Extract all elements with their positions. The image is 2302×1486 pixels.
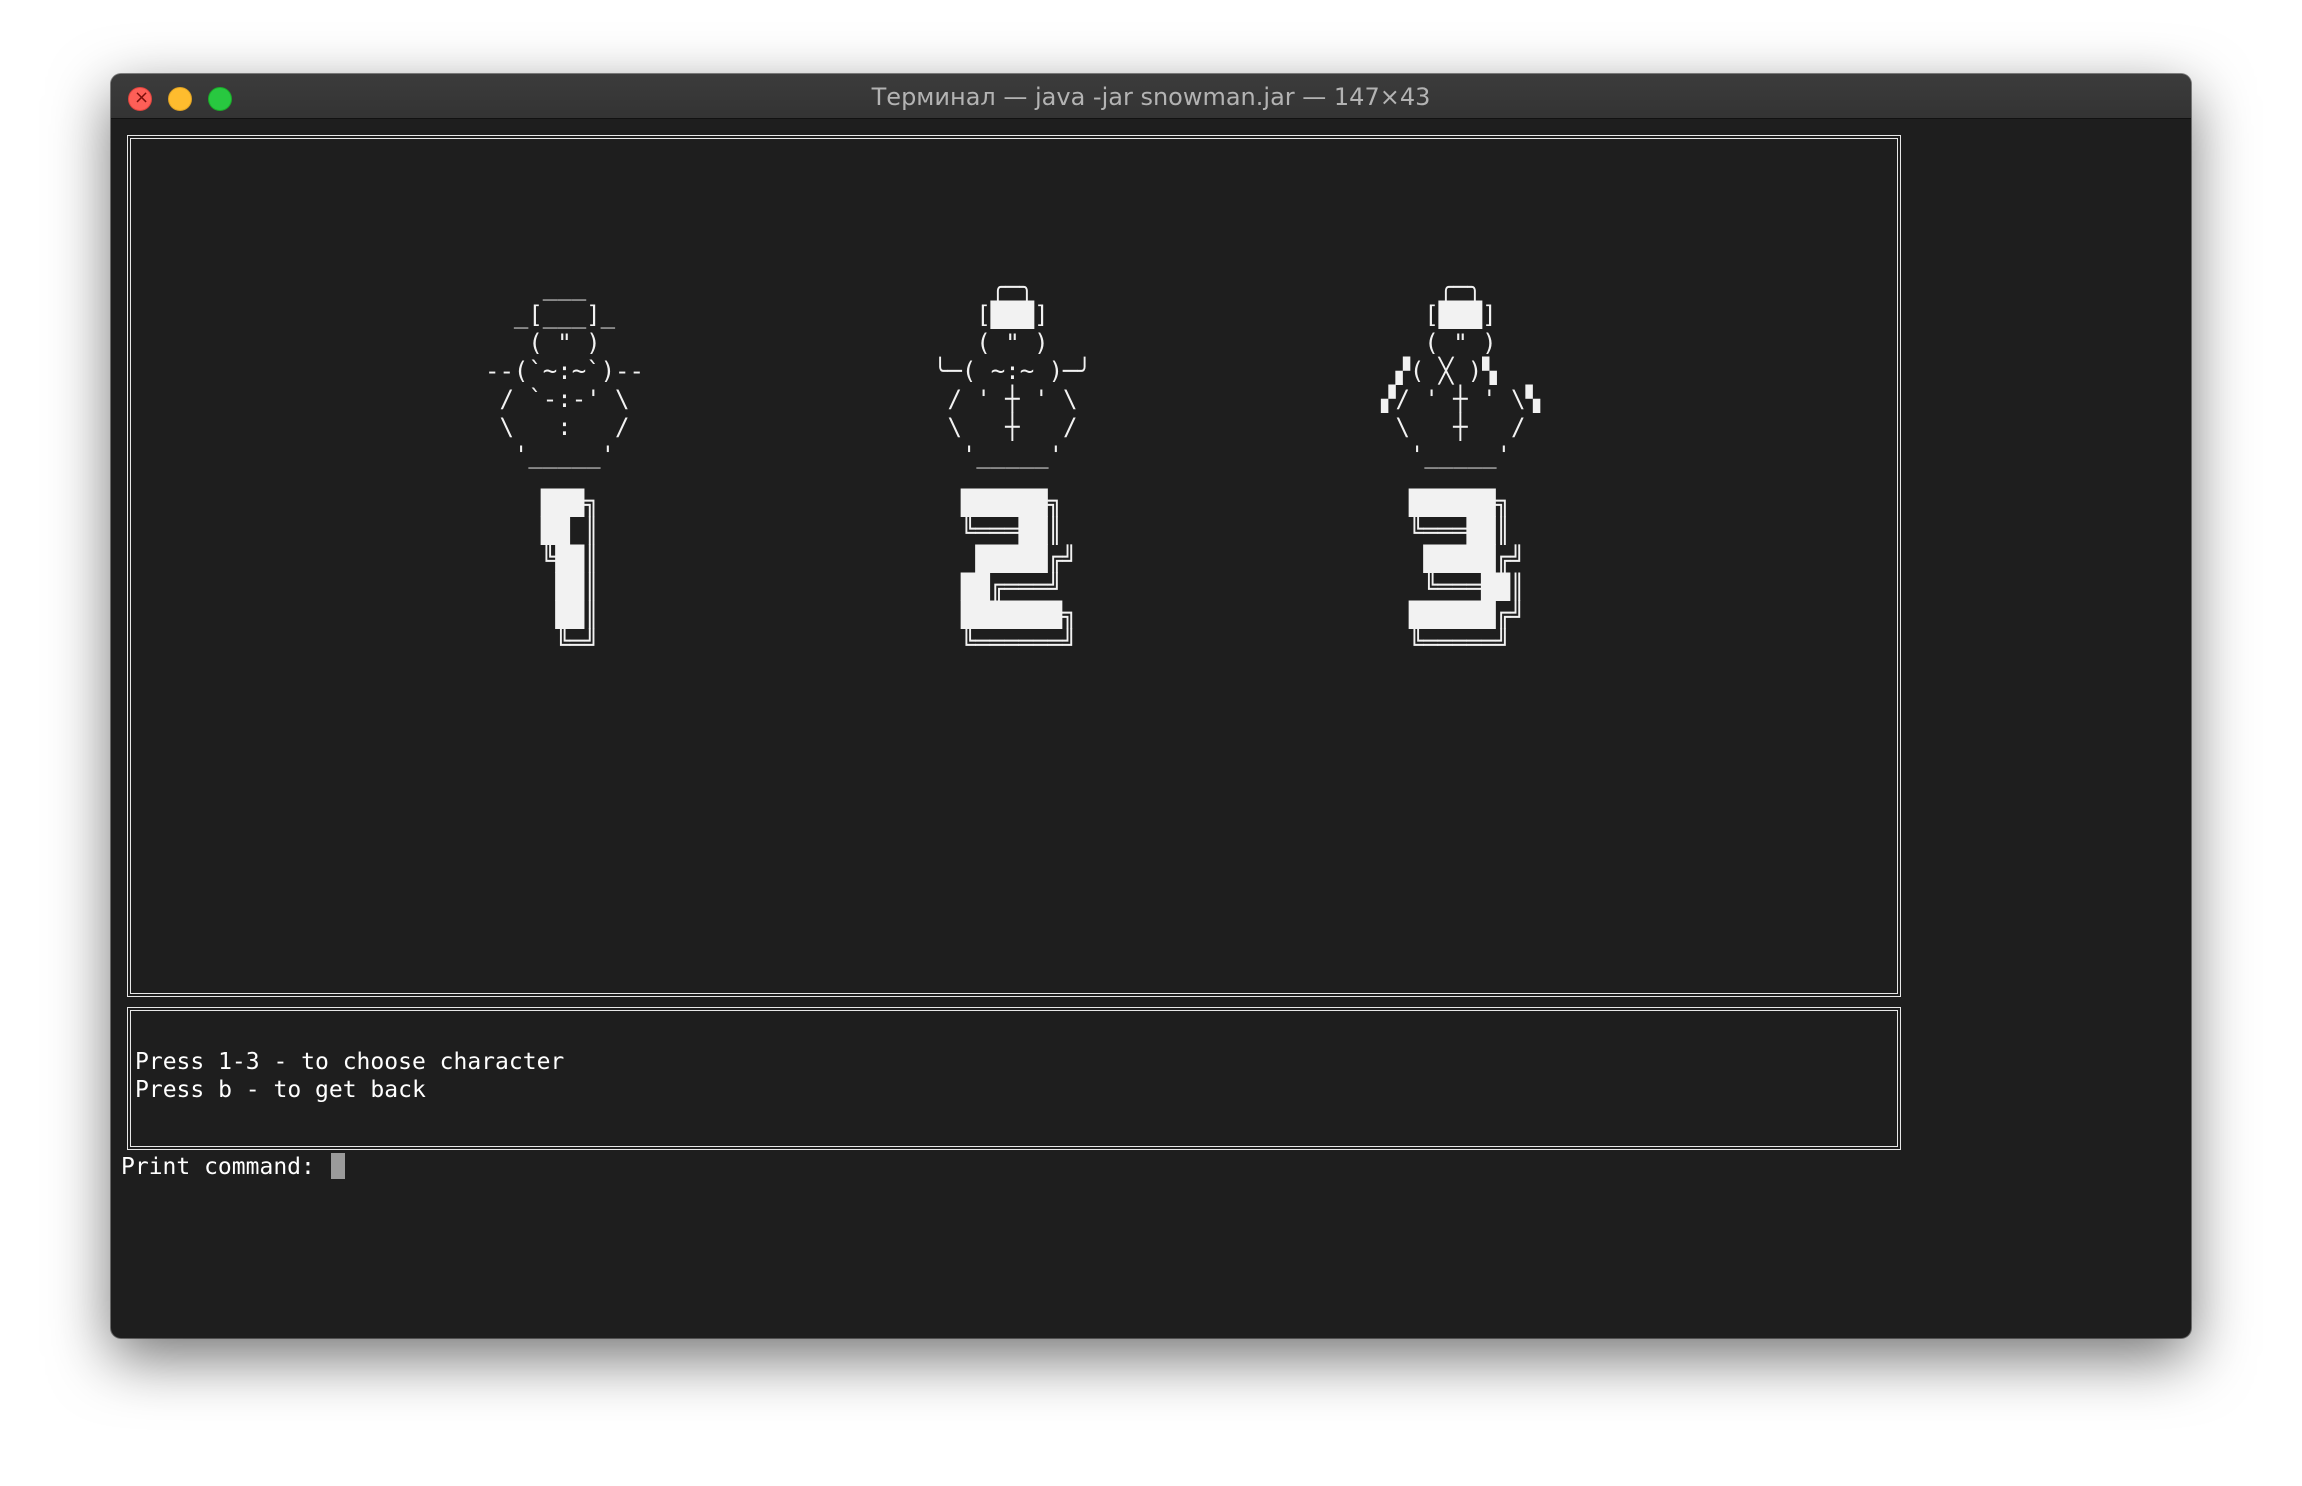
hint-go-back: Press b - to get back [135, 1077, 426, 1103]
prompt-label: Print command: [121, 1154, 329, 1180]
window-title: Терминал — java -jar snowman.jar — 147×4… [871, 83, 1431, 111]
character-number-1: ███╗ ██ ║ ╚██║ ██║ ██║ ╚═╝ [541, 489, 599, 657]
terminal-window: Терминал — java -jar snowman.jar — 147×4… [111, 74, 2191, 1338]
hint-choose-character: Press 1-3 - to choose character [135, 1049, 565, 1075]
title-bar[interactable]: Терминал — java -jar snowman.jar — 147×4… [111, 74, 2191, 119]
snowman-character-1: ___ _[___]_ ( " ) --(`~:~`)-- / `-:-' \ … [485, 273, 644, 469]
terminal-content[interactable]: ___ _[___]_ ( " ) --(`~:~`)-- / `-:-' \ … [111, 119, 2191, 1338]
snowman-character-3: ╭─╮ [███] ( " ) ▞( ╳ )▚ ▞/ ' ┼ ' \▚ \ ┼ … [1381, 273, 1540, 469]
snowman-character-2: ╭─╮ [███] ( " ) ╰─( ~:~ )─╯ / ' ┼ ' \ \ … [933, 273, 1092, 469]
command-prompt[interactable]: Print command: [121, 1153, 345, 1181]
character-number-3: ██████╗ ╚═══██║ █████╔╝ ╚═══██║ ██████╔╝… [1409, 489, 1525, 657]
character-number-2: ██████╗ ╚═══██║ █████╔╝ ██╔═══╝ ███████╗… [961, 489, 1077, 657]
text-cursor [330, 1153, 345, 1179]
